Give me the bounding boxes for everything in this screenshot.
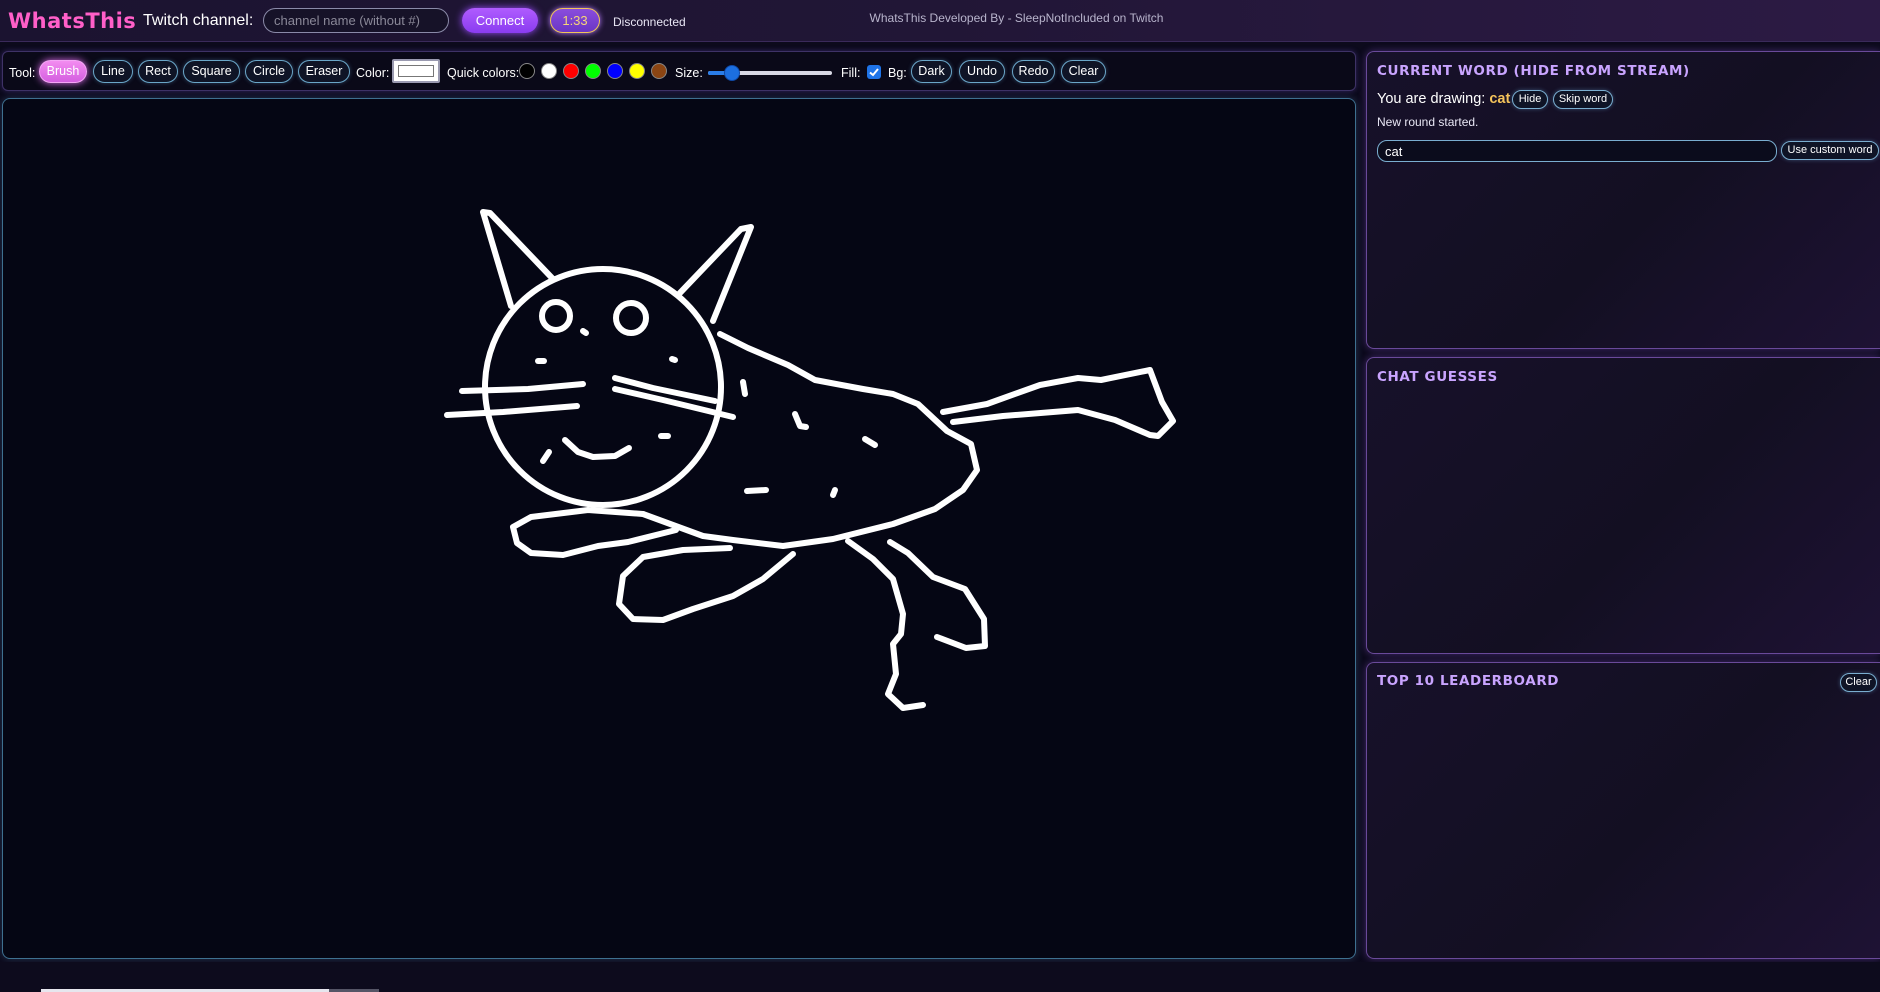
drawing-prefix: You are drawing:: [1377, 91, 1486, 107]
size-slider[interactable]: [708, 65, 832, 81]
color-picker[interactable]: [392, 59, 440, 83]
hide-word-button[interactable]: Hide: [1512, 90, 1548, 109]
fill-label: Fill:: [841, 66, 861, 80]
tool-brush-button[interactable]: Brush: [39, 60, 87, 83]
tool-rect-button[interactable]: Rect: [138, 60, 178, 83]
leaderboard-panel: TOP 10 LEADERBOARD Clear: [1366, 662, 1880, 959]
undo-button[interactable]: Undo: [959, 60, 1005, 83]
quick-color-brown[interactable]: [651, 63, 667, 79]
tool-circle-button[interactable]: Circle: [245, 60, 293, 83]
check-icon: [869, 68, 879, 77]
bg-dark-button[interactable]: Dark: [911, 60, 952, 83]
leaderboard-title: TOP 10 LEADERBOARD: [1377, 673, 1560, 689]
footer: [0, 962, 1880, 992]
bg-label: Bg:: [888, 66, 907, 80]
current-word: cat: [1489, 91, 1511, 107]
current-word-panel: CURRENT WORD (HIDE FROM STREAM) You are …: [1366, 51, 1880, 349]
quick-color-white[interactable]: [541, 63, 557, 79]
quick-color-yellow[interactable]: [629, 63, 645, 79]
quick-color-blue[interactable]: [607, 63, 623, 79]
use-custom-word-button[interactable]: Use custom word: [1781, 141, 1879, 160]
current-word-title: CURRENT WORD (HIDE FROM STREAM): [1377, 63, 1690, 79]
cat-doodle-icon: [444, 209, 1176, 711]
tool-label: Tool:: [9, 66, 36, 80]
clear-canvas-button[interactable]: Clear: [1061, 60, 1106, 83]
quick-color-red[interactable]: [563, 63, 579, 79]
tool-line-button[interactable]: Line: [93, 60, 133, 83]
custom-word-input[interactable]: [1377, 140, 1777, 162]
round-message: New round started.: [1377, 115, 1479, 129]
redo-button[interactable]: Redo: [1012, 60, 1055, 83]
clear-leaderboard-button[interactable]: Clear: [1840, 673, 1877, 692]
tool-square-button[interactable]: Square: [183, 60, 240, 83]
chat-guesses-panel: CHAT GUESSES: [1366, 357, 1880, 654]
footer-credit: WhatsThis Developed By - SleepNotInclude…: [869, 11, 1164, 25]
quick-color-green[interactable]: [585, 63, 601, 79]
skip-word-button[interactable]: Skip word: [1553, 90, 1613, 109]
size-label: Size:: [675, 66, 703, 80]
chat-guesses-title: CHAT GUESSES: [1377, 369, 1498, 385]
quick-colors-label: Quick colors:: [447, 66, 520, 80]
drawing-canvas[interactable]: [2, 98, 1356, 959]
drawing-word-line: You are drawing: cat: [1377, 91, 1510, 107]
tool-eraser-button[interactable]: Eraser: [298, 60, 350, 83]
fill-checkbox[interactable]: [867, 65, 881, 79]
quick-color-black[interactable]: [519, 63, 535, 79]
color-label: Color:: [356, 66, 390, 80]
